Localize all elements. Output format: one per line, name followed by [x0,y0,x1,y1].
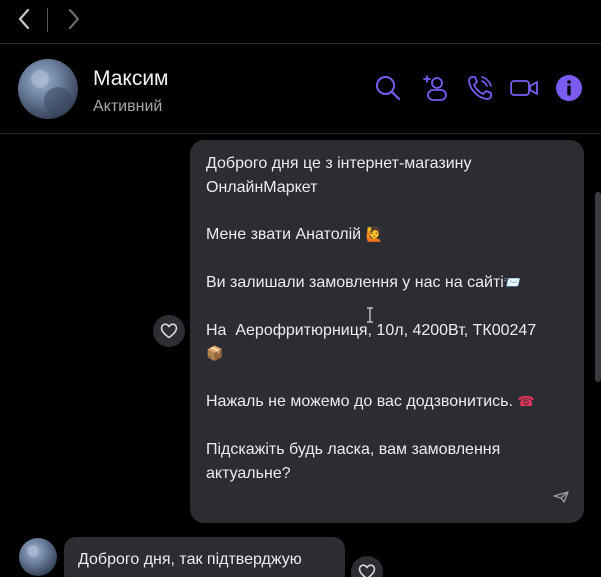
contact-avatar-small[interactable] [19,538,57,576]
add-user-icon [423,75,447,101]
incoming-message-text: Доброго дня, так підтверджую [78,551,302,568]
video-call-button[interactable] [509,73,539,103]
telephone-emoji: ☎ [517,394,535,410]
text-cursor-icon [366,307,374,328]
info-icon [556,75,582,101]
forward-button[interactable] [62,6,86,32]
read-receipt-icon [553,490,569,503]
raising-hand-emoji: 🙋 [365,226,383,243]
voice-call-icon [468,76,492,100]
add-participant-button[interactable] [420,73,450,103]
message-order-text: Ви залишали замовлення у нас на сайті [206,273,504,291]
info-button[interactable] [554,73,584,103]
chat-header: Максим Активний [0,45,601,134]
message-intro-text: Мене звати Анатолій [206,225,362,243]
chevron-left-icon [18,8,30,30]
message-greeting: Доброго дня це з інтернет-магазину Онлай… [206,155,476,196]
package-emoji: 📦 [206,346,224,362]
search-button[interactable] [373,73,403,103]
message-no-answer-text: Нажаль не можемо до вас додзвонитись. [206,393,513,410]
heart-icon [358,564,376,577]
contact-name: Максим [93,67,169,90]
chat-scrollbar[interactable] [595,192,601,382]
top-navigation-bar [0,0,601,44]
nav-separator [47,8,48,32]
heart-icon [160,323,178,339]
message-question: Підскажіть будь ласка, вам замовлення ак… [206,441,505,482]
message-order: Ви залишали замовлення у нас на сайті📨 [206,271,570,296]
video-call-icon [510,80,538,96]
envelope-emoji: 📨 [503,274,522,291]
message-product: На Аерофритюрниця, 10л, 4200Вт, ТК00247 📦 [206,319,570,367]
contact-avatar[interactable] [18,59,78,119]
outgoing-message-bubble[interactable]: Доброго дня це з інтернет-магазину Онлай… [190,140,584,523]
voice-call-button[interactable] [465,73,495,103]
read-status [552,488,570,512]
chevron-right-icon [68,8,80,30]
chat-window: Максим Активний Доброго дня це з інтерне… [0,0,601,577]
incoming-message-bubble[interactable]: Доброго дня, так підтверджую [64,537,345,577]
back-button[interactable] [12,6,36,32]
like-incoming-message-button[interactable] [351,556,383,577]
search-icon [376,76,401,101]
contact-status: Активний [93,98,163,115]
like-message-button[interactable] [153,315,185,347]
message-intro: Мене звати Анатолій 🙋 [206,223,570,248]
message-no-answer: Нажаль не можемо до вас додзвонитись. ☎ [206,390,570,415]
